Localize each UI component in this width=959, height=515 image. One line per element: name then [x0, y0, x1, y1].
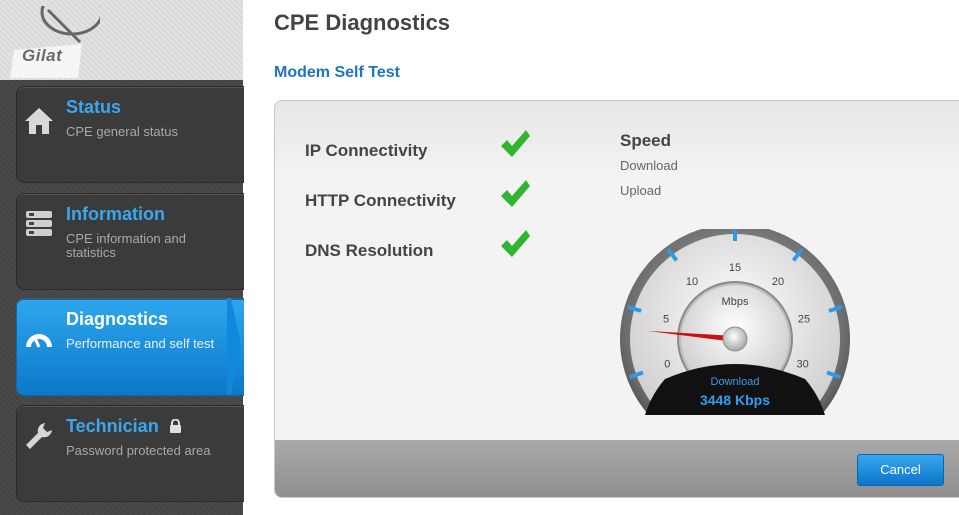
sidebar: Gilat Status CPE general status Informat…: [0, 0, 244, 515]
gauge-tick-label: 15: [729, 262, 741, 274]
test-label-dns: DNS Resolution: [305, 241, 434, 260]
gauge-tick-label: 10: [686, 276, 698, 288]
wrench-icon: [26, 423, 52, 449]
page-title: CPE Diagnostics: [274, 10, 451, 35]
gauge-unit: Mbps: [722, 296, 749, 308]
section-title: Modem Self Test: [274, 64, 400, 81]
lock-icon: [169, 418, 181, 433]
sidebar-item-title: Status: [66, 97, 122, 117]
check-icon: [501, 130, 530, 157]
gauge-tick-label: 25: [798, 313, 810, 325]
gauge-hub: [722, 326, 748, 352]
sidebar-item-description: CPE information and statistics: [66, 231, 186, 260]
speed-gauge: 0 5 10 15 20 25 30 Mbps Download 3448 Kbps: [620, 229, 850, 415]
sidebar-item-description: Performance and self test: [66, 336, 215, 351]
sidebar-item-title-text: Technician: [66, 416, 159, 436]
sidebar-item-title: Information: [66, 204, 165, 224]
test-label-http: HTTP Connectivity: [305, 191, 456, 210]
speedometer-icon: [26, 334, 52, 348]
list-icon: [26, 211, 52, 236]
gauge-tick-label: 0: [664, 359, 670, 371]
cancel-button[interactable]: Cancel: [857, 454, 944, 486]
speed-title: Speed: [620, 131, 672, 150]
gauge-readout: 3448 Kbps: [700, 392, 770, 408]
sidebar-item-information[interactable]: Information CPE information and statisti…: [16, 193, 244, 290]
sidebar-item-diagnostics[interactable]: Diagnostics Performance and self test: [16, 298, 244, 396]
sidebar-item-status[interactable]: Status CPE general status: [16, 86, 244, 183]
test-label-ip: IP Connectivity: [305, 141, 428, 160]
self-test-panel: IP Connectivity HTTP Connectivity DNS Re…: [274, 100, 959, 498]
sidebar-item-title: Diagnostics: [66, 309, 169, 329]
check-icon: [501, 180, 530, 207]
gauge-tick-label: 5: [663, 313, 669, 325]
sidebar-item-title: Technician: [66, 416, 182, 437]
gilat-logo: [10, 6, 100, 78]
active-indicator: [227, 298, 241, 394]
sidebar-item-description: CPE general status: [66, 124, 179, 139]
sidebar-item-description: Password protected area: [66, 443, 211, 458]
logo-area: Gilat: [0, 0, 243, 80]
brand-name: Gilat: [22, 46, 63, 65]
gauge-mode-label: Download: [711, 376, 760, 388]
home-icon: [25, 108, 53, 134]
gauge-tick-label: 20: [772, 276, 784, 288]
sidebar-item-technician[interactable]: Technician Password protected area: [16, 405, 244, 502]
check-icon: [501, 230, 530, 257]
speed-upload-label: Upload: [620, 183, 662, 198]
gauge-tick-label: 30: [797, 359, 809, 371]
speed-download-label: Download: [620, 158, 678, 173]
